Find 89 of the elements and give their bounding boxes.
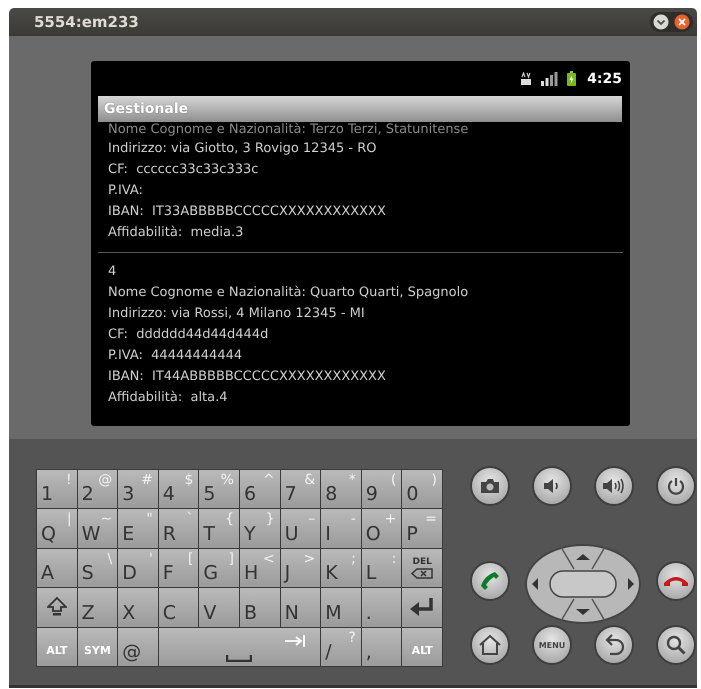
phone-icon bbox=[479, 570, 501, 592]
keyboard-key[interactable]: V bbox=[199, 588, 239, 627]
signal-icon bbox=[541, 72, 558, 86]
battery-icon bbox=[567, 71, 576, 86]
keyboard-key[interactable]: U – bbox=[280, 509, 320, 548]
hang-up-icon bbox=[663, 575, 689, 587]
space-bar-icon bbox=[226, 655, 252, 662]
keyboard-key[interactable]: O + bbox=[362, 509, 402, 548]
keyboard-key[interactable]: D ' bbox=[118, 548, 158, 588]
volume-up-button[interactable] bbox=[594, 466, 634, 506]
camera-icon bbox=[480, 478, 500, 494]
power-button[interactable] bbox=[656, 466, 696, 506]
tab-icon bbox=[284, 634, 306, 648]
minimize-button[interactable] bbox=[653, 14, 669, 30]
back-icon bbox=[604, 634, 624, 656]
keyboard-key[interactable]: 9 ( bbox=[362, 470, 402, 508]
app-title: Gestionale bbox=[104, 101, 188, 118]
keyboard-key[interactable]: 4 $ bbox=[158, 470, 198, 508]
record-line: P.IVA: bbox=[108, 182, 144, 200]
record-line: Indirizzo: via Rossi, 4 Milano 12345 - MI bbox=[108, 305, 366, 324]
keyboard-key[interactable]: P = bbox=[402, 509, 442, 548]
keyboard-key[interactable]: 1 ! bbox=[37, 470, 77, 508]
keyboard-key[interactable]: 5 % bbox=[199, 470, 239, 508]
speaker-icon bbox=[543, 478, 561, 494]
keyboard-key[interactable]: . bbox=[362, 588, 402, 627]
keyboard-key[interactable]: E " bbox=[118, 509, 158, 548]
keyboard-key[interactable]: @ bbox=[118, 628, 158, 666]
record-line: Nome Cognome e Nazionalità: Quarto Quarti, Spagnolo bbox=[108, 284, 470, 302]
keyboard-key[interactable]: L : bbox=[362, 548, 402, 588]
end-call-button[interactable] bbox=[656, 561, 696, 601]
backspace-icon bbox=[411, 568, 434, 579]
power-icon bbox=[667, 477, 685, 495]
close-button[interactable] bbox=[674, 14, 690, 30]
keyboard-key[interactable]: 8 * bbox=[321, 470, 361, 508]
keyboard-key[interactable]: R ` bbox=[158, 509, 198, 548]
keyboard-key[interactable]: 3 # bbox=[118, 470, 158, 508]
keyboard-key[interactable]: A bbox=[37, 548, 77, 588]
record-line: Affidabilità: alta.4 bbox=[108, 389, 229, 408]
keyboard-key[interactable]: I - bbox=[321, 509, 361, 548]
record-line: CF: dddddd44d44d444d bbox=[108, 326, 270, 344]
keyboard-key[interactable]: 6 ^ bbox=[240, 470, 280, 508]
dpad[interactable] bbox=[524, 543, 642, 625]
keyboard-key[interactable]: W ~ bbox=[78, 509, 118, 548]
keyboard-key[interactable]: Z bbox=[78, 588, 118, 627]
space-key[interactable] bbox=[158, 628, 320, 666]
home-icon bbox=[478, 634, 502, 656]
shift-icon bbox=[46, 597, 67, 618]
keyboard-key[interactable]: Y } bbox=[240, 509, 280, 548]
keyboard-key[interactable]: J > bbox=[280, 548, 320, 588]
keyboard-key[interactable]: S \ bbox=[78, 548, 118, 588]
record-line: CF: cccccc33c33c333c bbox=[108, 161, 260, 180]
window-title: 5554:em233 bbox=[34, 13, 139, 32]
record-line: Nome Cognome e Nazionalità: Terzo Terzi, Statunitense bbox=[108, 122, 470, 138]
speaker-loud-icon bbox=[602, 477, 626, 495]
record-line: Indirizzo: via Giotto, 3 Rovigo 12345 - RO bbox=[108, 140, 378, 158]
search-icon bbox=[666, 635, 686, 655]
enter-icon bbox=[409, 597, 436, 618]
volume-down-button[interactable] bbox=[532, 466, 572, 506]
keyboard-key[interactable]: B bbox=[240, 588, 280, 627]
record-line: IBAN: IT44ABBBBBCCCCCXXXXXXXXXXXX bbox=[108, 368, 387, 386]
record-line: P.IVA: 44444444444 bbox=[108, 347, 244, 366]
record-line: Affidabilità: media.3 bbox=[108, 224, 244, 242]
keyboard-key[interactable]: 7 & bbox=[280, 470, 320, 508]
record-line: 4 bbox=[108, 263, 118, 282]
delete-key[interactable]: DEL bbox=[402, 548, 442, 588]
keyboard-key[interactable]: K ; bbox=[321, 548, 361, 588]
enter-key[interactable] bbox=[402, 588, 442, 627]
keyboard-key[interactable]: H < bbox=[240, 548, 280, 588]
search-button[interactable] bbox=[656, 625, 696, 665]
keyboard-key[interactable]: M bbox=[321, 588, 361, 627]
keyboard-key[interactable]: / ? bbox=[321, 628, 361, 666]
keyboard-key[interactable]: F [ bbox=[158, 548, 198, 588]
keyboard-key[interactable]: C bbox=[158, 588, 198, 627]
back-button[interactable] bbox=[594, 625, 634, 665]
camera-button[interactable] bbox=[470, 466, 510, 506]
keyboard-key[interactable]: G ] bbox=[199, 548, 239, 588]
keyboard-key[interactable]: , bbox=[362, 628, 402, 666]
record-line: IBAN: IT33ABBBBBCCCCCXXXXXXXXXXXX bbox=[108, 203, 387, 222]
keyboard-key[interactable]: N bbox=[280, 588, 320, 627]
shift-key[interactable] bbox=[37, 588, 77, 627]
call-button[interactable] bbox=[470, 561, 510, 601]
keyboard-key[interactable]: 0 ) bbox=[402, 470, 442, 508]
status-time: 4:25 bbox=[587, 70, 622, 87]
keyboard-key[interactable]: 2 @ bbox=[78, 470, 118, 508]
home-button[interactable] bbox=[470, 625, 510, 665]
keyboard-key[interactable]: T { bbox=[199, 509, 239, 548]
keyboard-key[interactable]: Q | bbox=[37, 509, 77, 548]
keyboard-key[interactable]: X bbox=[118, 588, 158, 627]
menu-button[interactable]: MENU bbox=[532, 625, 572, 665]
